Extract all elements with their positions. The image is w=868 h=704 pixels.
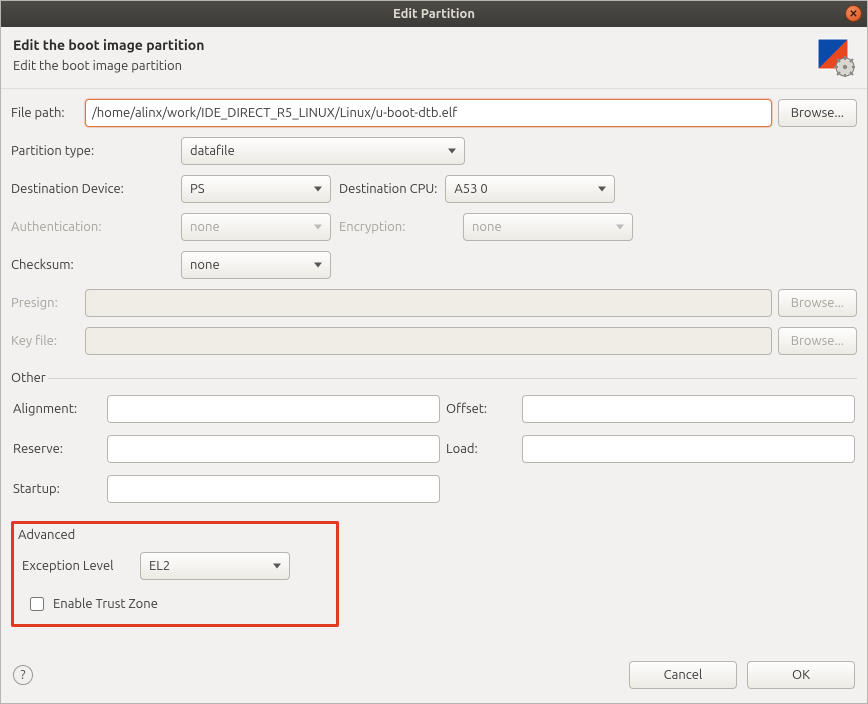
encryption-value: none xyxy=(472,220,502,234)
header-title: Edit the boot image partition xyxy=(13,37,204,53)
startup-input[interactable] xyxy=(107,475,440,503)
partition-icon xyxy=(815,37,855,80)
advanced-group: Advanced Exception Level EL2 Enable Trus… xyxy=(11,521,339,627)
checksum-value: none xyxy=(190,258,220,272)
chevron-down-icon xyxy=(314,225,322,230)
partition-type-row: Partition type: datafile xyxy=(11,137,857,165)
destination-cpu-combo[interactable]: A53 0 xyxy=(445,175,615,203)
reserve-label: Reserve: xyxy=(13,442,101,456)
alignment-input[interactable] xyxy=(107,395,440,423)
dialog-footer: ? Cancel OK xyxy=(1,651,867,703)
advanced-legend: Advanced xyxy=(18,528,328,542)
presign-row: Presign: Browse... xyxy=(11,289,857,317)
partition-type-combo[interactable]: datafile xyxy=(181,137,465,165)
trust-zone-checkbox[interactable] xyxy=(30,597,44,611)
other-group: Other Alignment: Offset: Reserve: Load: … xyxy=(11,371,857,509)
presign-input xyxy=(85,289,772,317)
auth-enc-row: Authentication: none Encryption: none xyxy=(11,213,857,241)
partition-type-value: datafile xyxy=(190,144,235,158)
alignment-label: Alignment: xyxy=(13,402,101,416)
edit-partition-dialog: Edit Partition ✕ Edit the boot image par… xyxy=(0,0,868,704)
chevron-down-icon xyxy=(314,263,322,268)
file-path-input[interactable] xyxy=(85,99,772,127)
destination-row: Destination Device: PS Destination CPU: … xyxy=(11,175,857,203)
authentication-label: Authentication: xyxy=(11,220,175,234)
ok-button[interactable]: OK xyxy=(747,661,855,689)
keyfile-label: Key file: xyxy=(11,334,79,348)
exception-level-value: EL2 xyxy=(149,559,170,573)
chevron-down-icon xyxy=(598,187,606,192)
chevron-down-icon xyxy=(616,225,624,230)
load-label: Load: xyxy=(446,442,516,456)
checksum-row: Checksum: none xyxy=(11,251,857,279)
authentication-value: none xyxy=(190,220,220,234)
window-title: Edit Partition xyxy=(393,7,475,21)
destination-device-label: Destination Device: xyxy=(11,182,175,196)
destination-cpu-label: Destination CPU: xyxy=(339,182,439,196)
keyfile-input xyxy=(85,327,772,355)
cancel-button[interactable]: Cancel xyxy=(629,661,737,689)
file-path-browse-button[interactable]: Browse... xyxy=(778,99,857,127)
exception-level-label: Exception Level xyxy=(22,559,134,573)
checksum-label: Checksum: xyxy=(11,258,175,272)
help-icon[interactable]: ? xyxy=(13,665,33,685)
destination-device-value: PS xyxy=(190,182,205,196)
file-path-label: File path: xyxy=(11,106,79,120)
dialog-header: Edit the boot image partition Edit the b… xyxy=(1,27,867,89)
trust-zone-label: Enable Trust Zone xyxy=(53,597,158,611)
title-bar: Edit Partition ✕ xyxy=(1,1,867,27)
encryption-label: Encryption: xyxy=(339,220,457,234)
authentication-combo: none xyxy=(181,213,331,241)
chevron-down-icon xyxy=(273,564,281,569)
close-icon[interactable]: ✕ xyxy=(845,5,862,22)
presign-browse-button: Browse... xyxy=(778,289,857,317)
chevron-down-icon xyxy=(448,149,456,154)
startup-label: Startup: xyxy=(13,482,101,496)
header-subtitle: Edit the boot image partition xyxy=(13,59,204,73)
encryption-combo: none xyxy=(463,213,633,241)
checksum-combo[interactable]: none xyxy=(181,251,331,279)
presign-label: Presign: xyxy=(11,296,79,310)
offset-input[interactable] xyxy=(522,395,855,423)
destination-device-combo[interactable]: PS xyxy=(181,175,331,203)
load-input[interactable] xyxy=(522,435,855,463)
keyfile-browse-button: Browse... xyxy=(778,327,857,355)
offset-label: Offset: xyxy=(446,402,516,416)
destination-cpu-value: A53 0 xyxy=(454,182,487,196)
file-path-row: File path: Browse... xyxy=(11,99,857,127)
trust-zone-row[interactable]: Enable Trust Zone xyxy=(26,594,328,614)
other-legend: Other xyxy=(11,371,48,385)
partition-type-label: Partition type: xyxy=(11,144,175,158)
keyfile-row: Key file: Browse... xyxy=(11,327,857,355)
chevron-down-icon xyxy=(314,187,322,192)
reserve-input[interactable] xyxy=(107,435,440,463)
exception-level-combo[interactable]: EL2 xyxy=(140,552,290,580)
